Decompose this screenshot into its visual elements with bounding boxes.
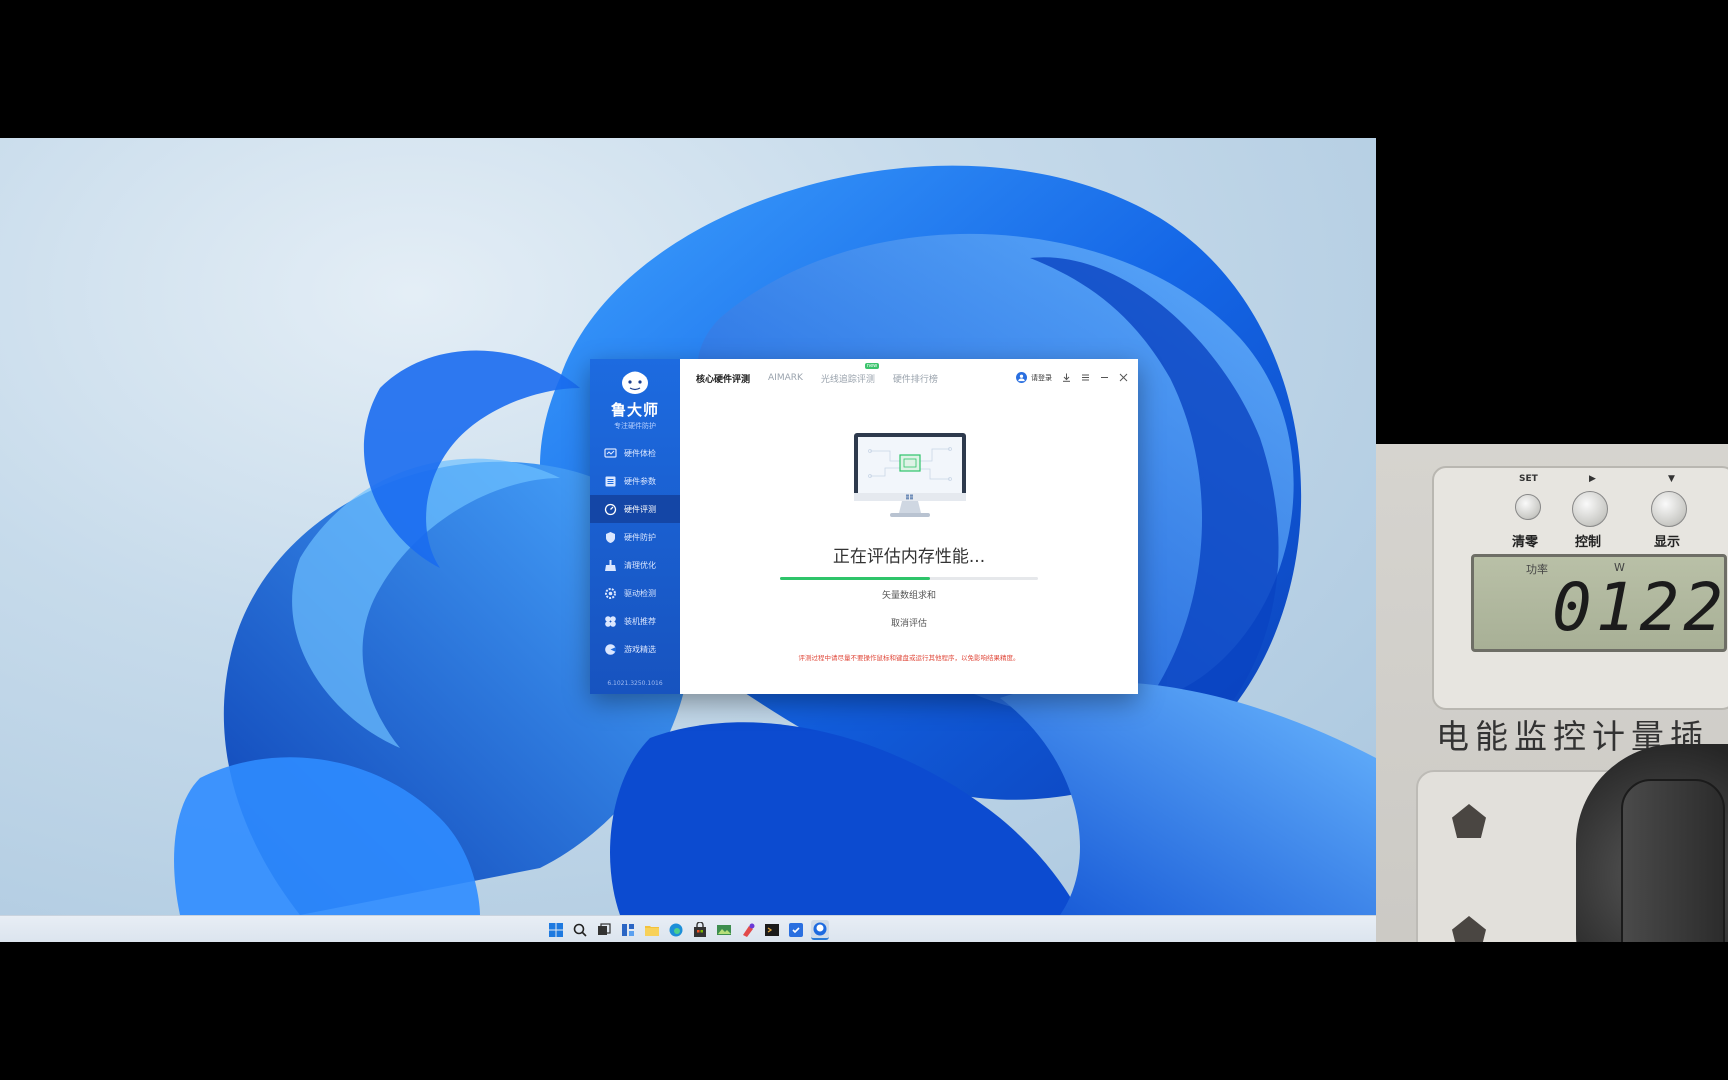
version-label: 6.1021.3250.1016	[607, 680, 663, 687]
logo: 鲁大师 专注硬件防护	[590, 369, 680, 431]
down-label: ▼	[1668, 474, 1675, 484]
brand-name: 鲁大师	[610, 402, 659, 419]
list-icon	[604, 475, 617, 488]
security-app-icon[interactable]	[787, 921, 805, 939]
sidebar-item-label: 装机推荐	[624, 616, 656, 626]
sidebar-item-game-picks[interactable]: 游戏精选	[590, 635, 680, 663]
sidebar-nav: 硬件体检 硬件参数 硬件评测 硬件防护 清理优化 驱动检测 装机推荐 游戏精选	[590, 439, 680, 663]
sidebar-item-hardware-benchmark[interactable]: 硬件评测	[590, 495, 680, 523]
main-panel: 核心硬件评测 AIMARK 光线追踪评测 new 硬件排行榜 请登录 正在评估内…	[680, 359, 1138, 694]
benchmark-status-title: 正在评估内存性能...	[832, 547, 986, 567]
tab-aimark[interactable]: AIMARK	[768, 373, 803, 383]
letterbox-top	[0, 0, 1728, 138]
game-icon	[604, 643, 617, 656]
meter-lcd: 功率 W 0122	[1471, 554, 1727, 652]
sidebar-item-driver-check[interactable]: 驱动检测	[590, 579, 680, 607]
lcd-power-unit: 功率	[1526, 563, 1548, 576]
sidebar-item-hardware-check[interactable]: 硬件体检	[590, 439, 680, 467]
control-caption: 控制	[1575, 535, 1602, 550]
shield-icon	[604, 531, 617, 544]
brand-slogan: 专注硬件防护	[614, 422, 656, 430]
benchmark-substatus: 矢量数组求和	[881, 591, 936, 601]
tab-ray-tracing[interactable]: 光线追踪评测 new	[820, 362, 880, 385]
mascot-icon	[622, 371, 648, 394]
sidebar-item-label: 硬件评测	[624, 504, 656, 514]
display-button	[1651, 491, 1687, 527]
gear-icon	[604, 587, 617, 600]
tab-core-hardware-benchmark[interactable]: 核心硬件评测	[696, 372, 750, 385]
close-icon[interactable]	[1118, 373, 1128, 383]
login-button[interactable]: 请登录	[1016, 372, 1052, 383]
terminal-app-icon[interactable]	[763, 921, 781, 939]
sidebar: 鲁大师 专注硬件防护 硬件体检 硬件参数 硬件评测 硬件防护 清理优化 驱动检测…	[590, 359, 680, 694]
ludashi-taskbar-icon[interactable]	[811, 919, 829, 940]
sidebar-item-hardware-protection[interactable]: 硬件防护	[590, 523, 680, 551]
store-icon[interactable]	[691, 921, 709, 939]
set-button	[1515, 494, 1541, 520]
monitor-illustration-icon	[854, 433, 966, 517]
tab-label: 光线追踪评测	[820, 374, 875, 385]
gauge-icon	[604, 503, 617, 516]
file-explorer-icon[interactable]	[643, 921, 661, 939]
fan-icon	[604, 615, 617, 628]
top-tab-bar: 核心硬件评测 AIMARK 光线追踪评测 new 硬件排行榜 请登录	[680, 359, 1138, 397]
benchmark-warning: 评测过程中请尽量不要操作鼠标和键盘或运行其他程序，以免影响结果精度。	[798, 654, 1020, 662]
display-caption: 显示	[1654, 535, 1681, 550]
sidebar-item-label: 清理优化	[624, 560, 656, 570]
lcd-power-reading: 0122	[1552, 569, 1727, 646]
new-badge: new	[864, 362, 880, 369]
minimize-icon[interactable]	[1099, 373, 1109, 383]
login-label: 请登录	[1031, 373, 1052, 382]
sidebar-item-label: 驱动检测	[624, 588, 656, 598]
clear-caption: 清零	[1512, 535, 1539, 550]
broom-icon	[604, 559, 617, 572]
task-view-icon[interactable]	[595, 921, 613, 939]
photo-app-icon[interactable]	[715, 921, 733, 939]
sidebar-item-hardware-params[interactable]: 硬件参数	[590, 467, 680, 495]
window-controls: 请登录	[1016, 372, 1128, 383]
start-icon[interactable]	[547, 921, 565, 939]
menu-icon[interactable]	[1080, 373, 1090, 383]
chart-icon	[604, 447, 617, 460]
letterbox-bottom	[0, 942, 1728, 1080]
avatar-icon	[1016, 372, 1027, 383]
ludashi-window: 鲁大师 专注硬件防护 硬件体检 硬件参数 硬件评测 硬件防护 清理优化 驱动检测…	[590, 359, 1138, 694]
set-label: SET	[1519, 474, 1538, 484]
sidebar-item-build-recommend[interactable]: 装机推荐	[590, 607, 680, 635]
play-label: ▶	[1589, 474, 1596, 484]
edge-icon[interactable]	[667, 921, 685, 939]
sidebar-item-label: 硬件体检	[624, 448, 656, 458]
progress-fill	[780, 577, 930, 580]
cancel-benchmark-button[interactable]: 取消评估	[680, 616, 1138, 629]
tab-hardware-ranking[interactable]: 硬件排行榜	[893, 372, 938, 385]
widgets-icon[interactable]	[619, 921, 637, 939]
taskbar	[0, 915, 1376, 943]
paint-app-icon[interactable]	[739, 921, 757, 939]
download-icon[interactable]	[1061, 373, 1071, 383]
sidebar-item-label: 游戏精选	[624, 644, 656, 654]
sidebar-item-cleanup[interactable]: 清理优化	[590, 551, 680, 579]
benchmark-progress-bar	[780, 577, 1038, 580]
control-button	[1572, 491, 1608, 527]
search-icon[interactable]	[571, 921, 589, 939]
sidebar-item-label: 硬件防护	[624, 532, 656, 542]
sidebar-item-label: 硬件参数	[624, 476, 656, 486]
